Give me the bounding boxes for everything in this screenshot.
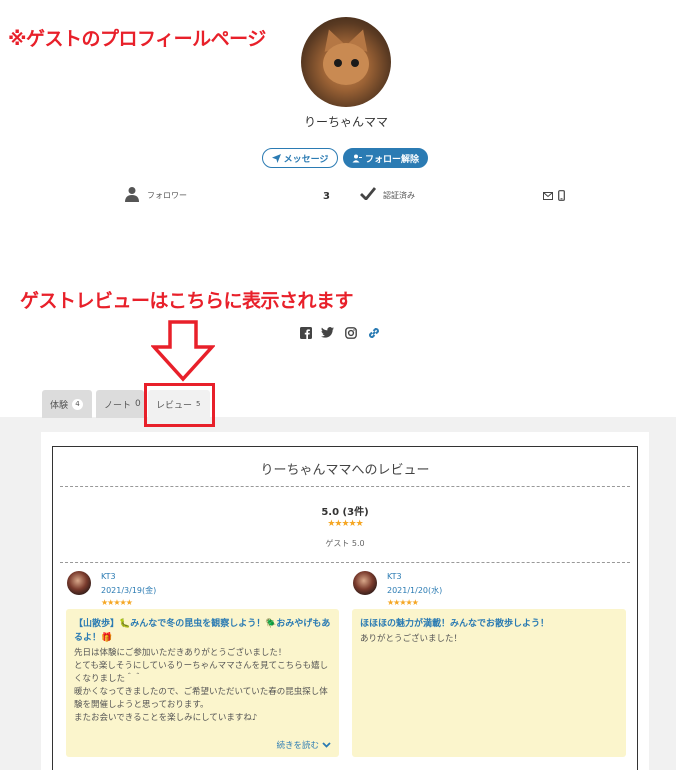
tab-notes[interactable]: ノート 0 [96, 390, 144, 418]
review-stars: ★★★★★ [387, 598, 419, 607]
follower-label: フォロワー [147, 191, 187, 200]
reviewer-name[interactable]: KT3 [101, 572, 116, 581]
verified-label: 認証済み [383, 191, 415, 200]
read-more-label: 続きを読む [276, 741, 319, 751]
instagram-icon[interactable] [345, 327, 357, 339]
review-experience-title[interactable]: ほほほの魅力が満載！みんなでお散歩しよう！ [360, 617, 618, 631]
chevron-down-icon [322, 742, 331, 748]
message-button[interactable]: メッセージ [262, 148, 338, 168]
reviewer-avatar[interactable] [67, 571, 91, 595]
review-experience-title[interactable]: 【山散歩】🐛みんなで冬の昆虫を観察しよう！🪲おみやげもあるよ！🎁 [74, 617, 331, 645]
review-body: 先日は体験にご参加いただきありがとうございました！ とても楽しそうにしているりー… [74, 648, 329, 723]
review-body: ありがとうございました！ [360, 634, 463, 644]
average-rating: 5.0 (3件) [321, 507, 369, 518]
reviewer-avatar[interactable] [353, 571, 377, 595]
annotation-guest-reviews: ゲストレビューはこちらに表示されます [20, 290, 354, 312]
link-icon[interactable] [367, 326, 381, 340]
review-date: 2021/3/19(金) [101, 586, 157, 595]
annotation-guest-profile: ※ゲストのプロフィールページ [8, 28, 266, 50]
message-button-label: メッセージ [283, 154, 329, 165]
review-card: 【山散歩】🐛みんなで冬の昆虫を観察しよう！🪲おみやげもあるよ！🎁 先日は体験にご… [66, 609, 339, 757]
review-stars: ★★★★★ [101, 598, 133, 607]
check-icon [360, 187, 376, 200]
profile-name: りーちゃんママ [303, 115, 388, 129]
user-icon [125, 187, 139, 202]
annotation-highlight-box [144, 383, 215, 427]
unfollow-button-label: フォロー解除 [364, 154, 419, 165]
divider [60, 486, 630, 487]
tab-notes-count: 0 [135, 399, 141, 409]
follower-count: 3 [323, 191, 330, 202]
reviewer-name[interactable]: KT3 [387, 572, 402, 581]
divider [60, 562, 630, 563]
review-date: 2021/1/20(水) [387, 586, 443, 595]
mail-icon [543, 192, 553, 200]
profile-avatar [301, 17, 391, 107]
unfollow-button[interactable]: フォロー解除 [343, 148, 428, 168]
tab-notes-label: ノート [104, 400, 132, 411]
average-stars: ★★★★★ [327, 519, 363, 529]
review-card: ほほほの魅力が満載！みんなでお散歩しよう！ ありがとうございました！ [352, 609, 626, 757]
read-more-link[interactable]: 続きを読む [276, 739, 331, 751]
twitter-icon[interactable] [321, 327, 334, 338]
user-minus-icon [352, 154, 362, 162]
reviews-title: りーちゃんママへのレビュー [260, 463, 430, 478]
paper-plane-icon [271, 153, 281, 163]
guest-score: ゲスト 5.0 [325, 539, 365, 548]
facebook-icon[interactable] [300, 327, 312, 339]
tab-experience-label: 体験 [50, 400, 69, 411]
annotation-down-arrow-icon [151, 320, 215, 382]
tab-experience[interactable]: 体験 4 [42, 390, 92, 418]
tab-experience-count: 4 [72, 398, 84, 410]
mobile-phone-icon [558, 190, 565, 201]
